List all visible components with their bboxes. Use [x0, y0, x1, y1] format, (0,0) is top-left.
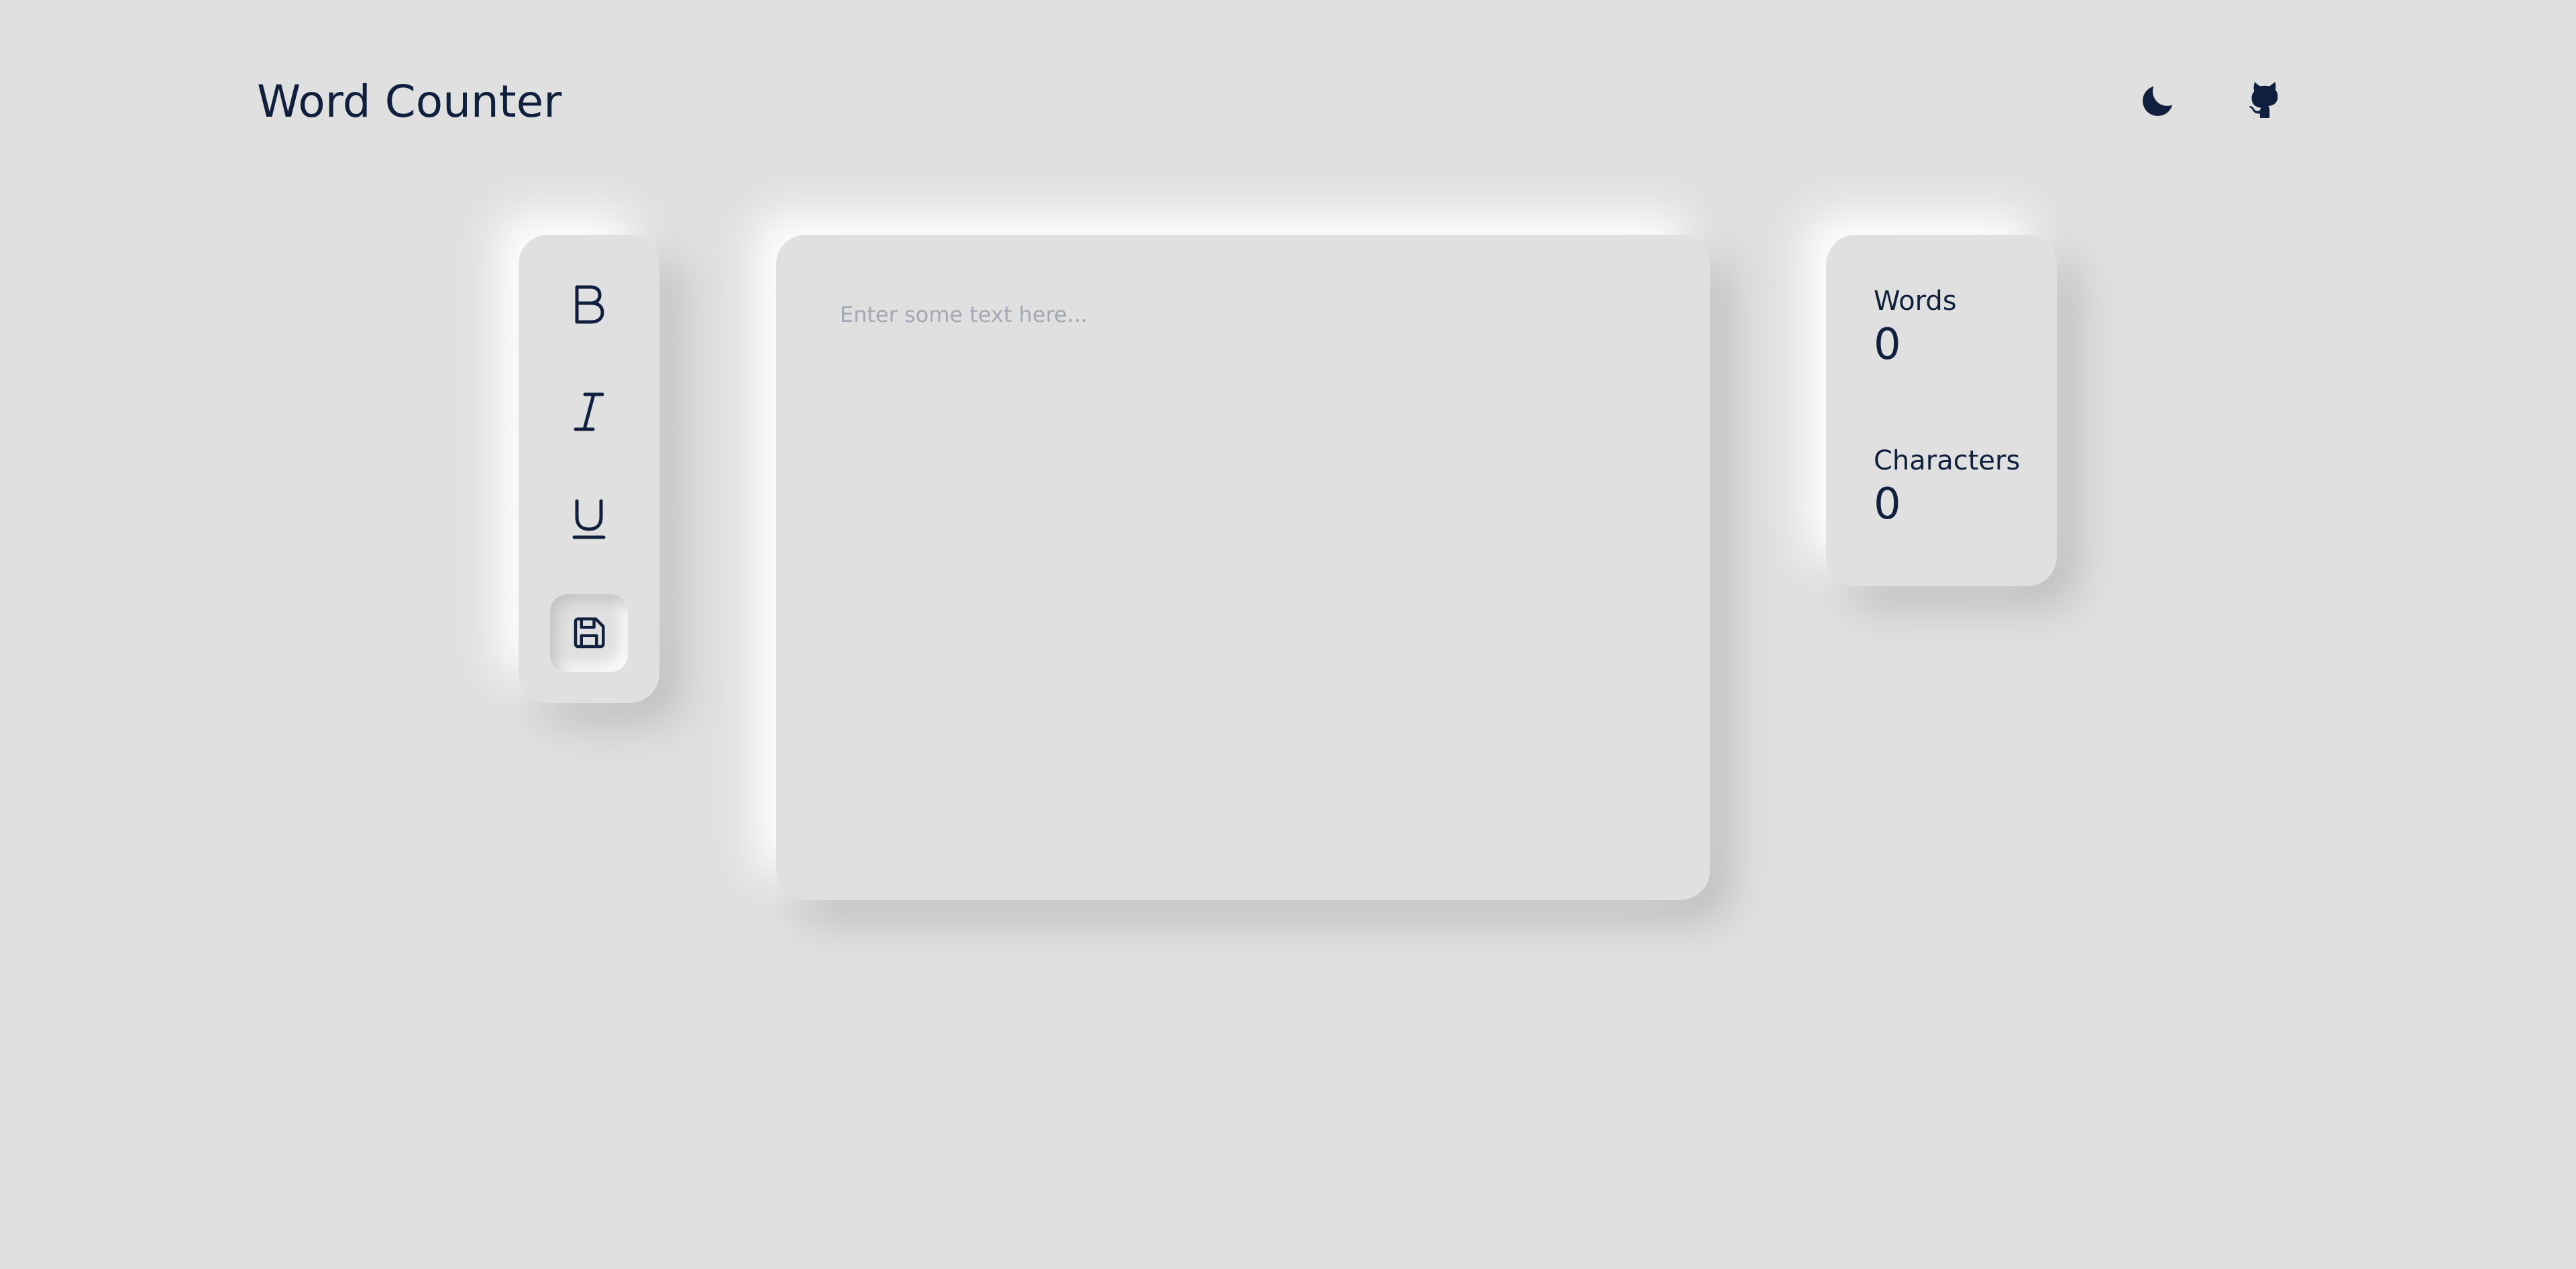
stats-card: Words 0 Characters 0: [1826, 235, 2057, 586]
save-button[interactable]: [550, 594, 628, 672]
bold-icon: [575, 285, 604, 324]
github-icon: [2249, 82, 2278, 118]
italic-icon: [574, 392, 604, 431]
character-count-value: 0: [1874, 480, 1901, 529]
moon-icon: [2143, 86, 2173, 116]
theme-toggle-button[interactable]: [2131, 74, 2185, 127]
word-count-value: 0: [1874, 320, 1901, 370]
character-count-label: Characters: [1874, 445, 2021, 476]
word-count-stat: Words 0: [1874, 283, 1957, 370]
editor-card: [776, 235, 1710, 900]
italic-button[interactable]: [550, 373, 628, 451]
underline-button[interactable]: [550, 480, 628, 558]
underline-icon: [572, 499, 606, 539]
bold-button[interactable]: [550, 266, 628, 343]
text-editor[interactable]: [840, 298, 1645, 835]
word-count-label: Words: [1874, 286, 1957, 317]
github-link[interactable]: [2238, 72, 2292, 126]
save-icon: [574, 617, 605, 649]
character-count-stat: Characters 0: [1874, 443, 2020, 530]
app-title: Word Counter: [257, 76, 562, 127]
format-toolbar: [519, 235, 659, 703]
